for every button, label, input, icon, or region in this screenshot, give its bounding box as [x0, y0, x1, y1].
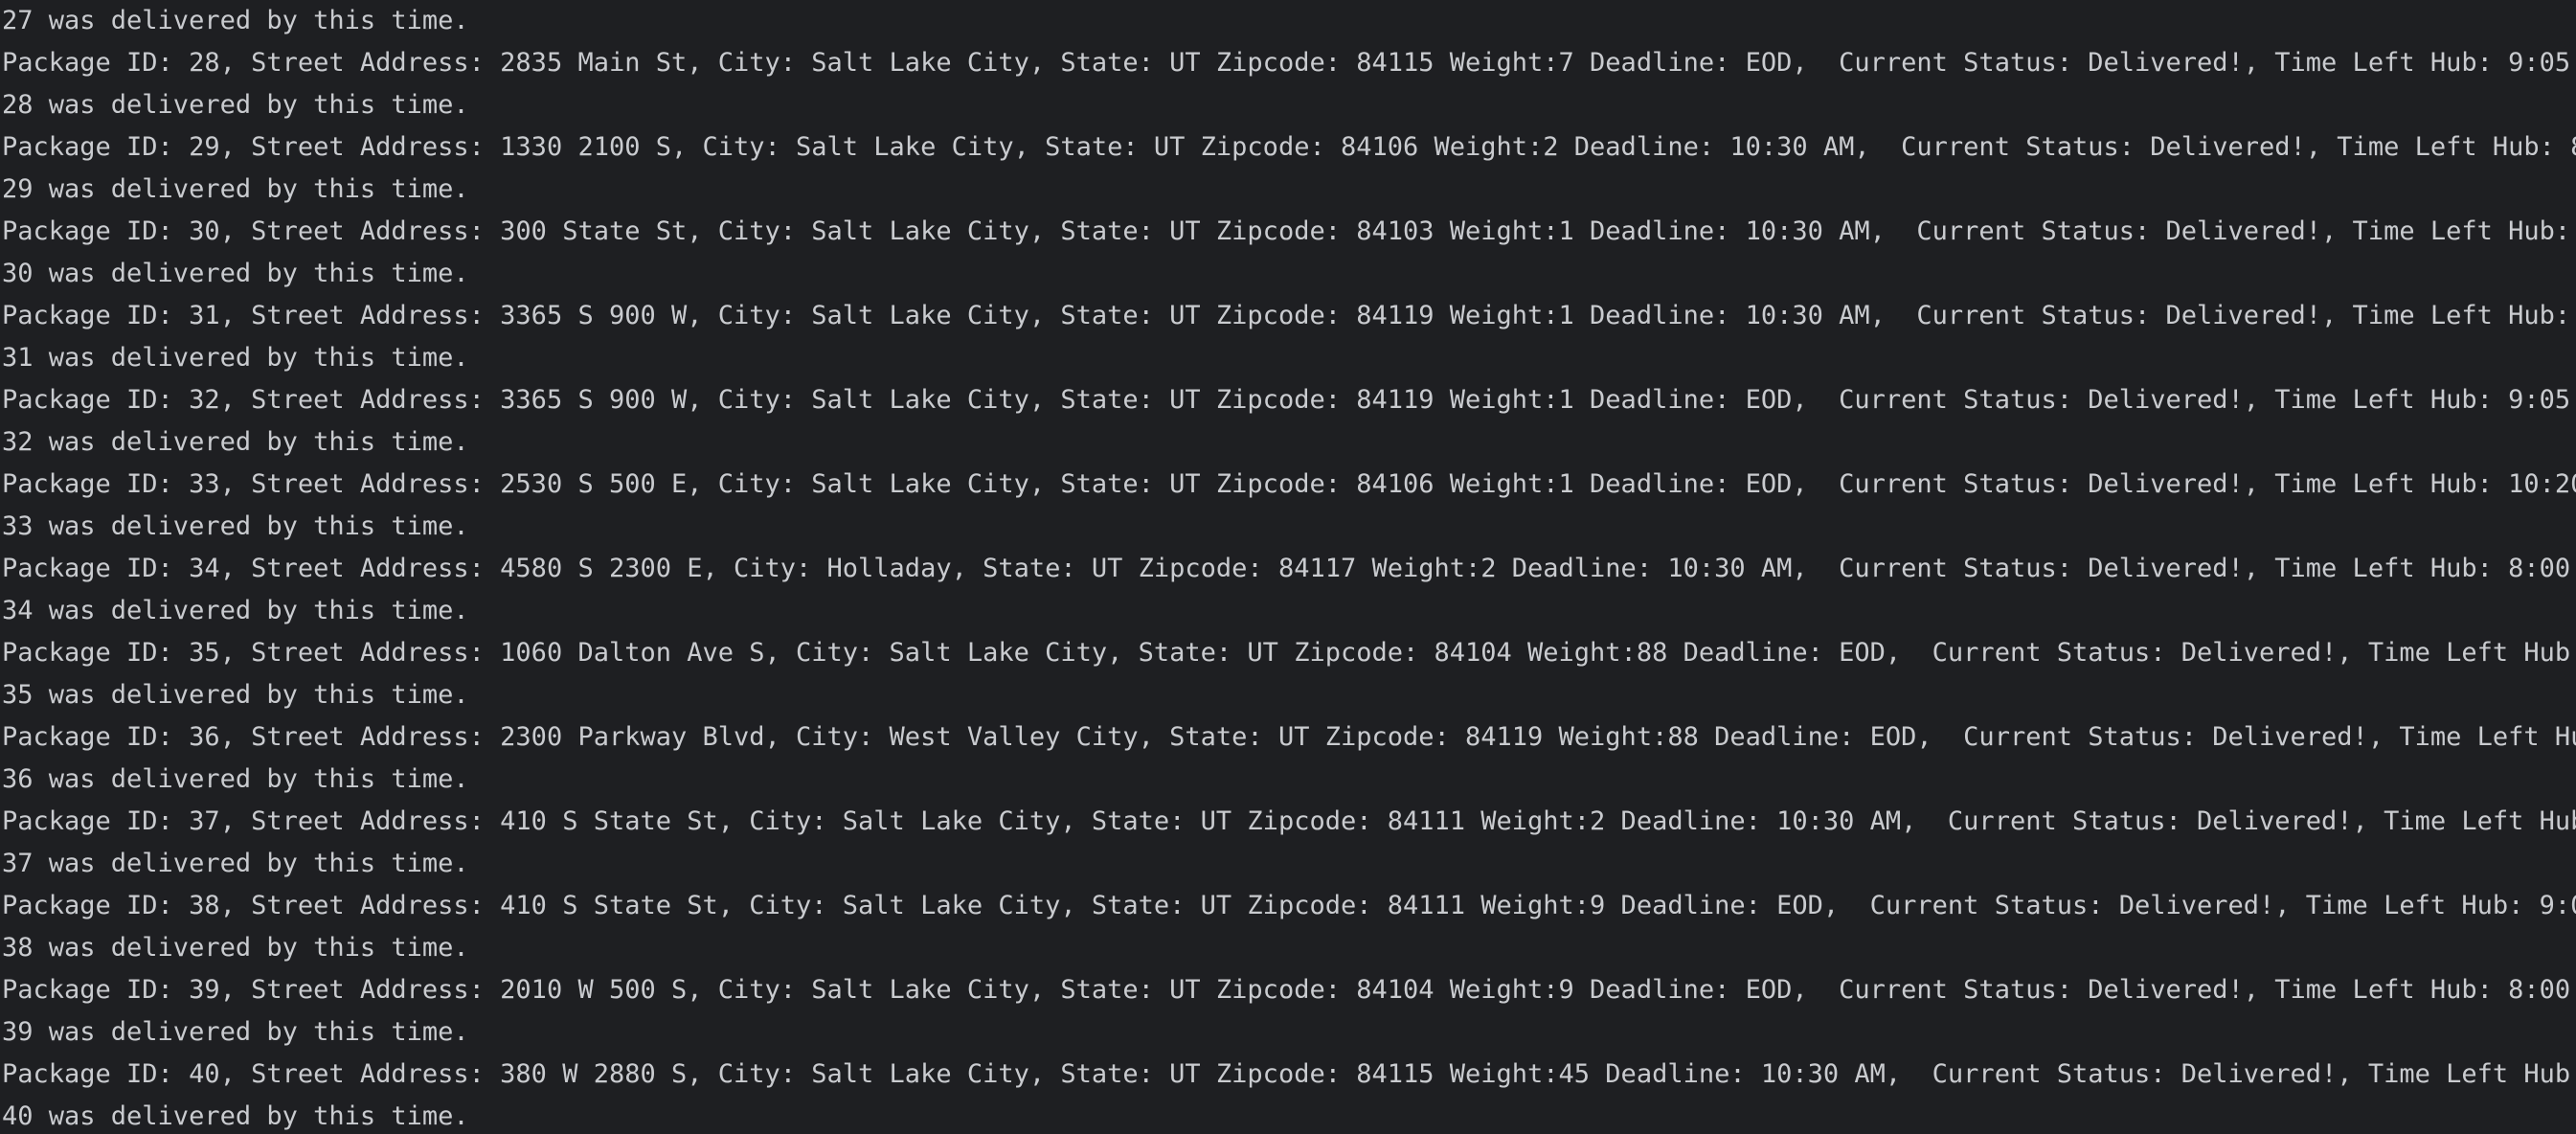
console-line: Package ID: 39, Street Address: 2010 W 5… [2, 975, 2576, 1005]
console-line: 34 was delivered by this time. [2, 596, 469, 625]
console-output[interactable]: 27 was delivered by this time. Package I… [2, 0, 2576, 1134]
console-line: Package ID: 38, Street Address: 410 S St… [2, 891, 2576, 920]
console-line: 36 was delivered by this time. [2, 764, 469, 794]
console-line: 29 was delivered by this time. [2, 174, 469, 204]
console-line: Package ID: 40, Street Address: 380 W 28… [2, 1059, 2576, 1089]
console-line: 32 was delivered by this time. [2, 427, 469, 457]
console-line: Package ID: 32, Street Address: 3365 S 9… [2, 385, 2576, 415]
console-line: 37 was delivered by this time. [2, 849, 469, 878]
console-line: 30 was delivered by this time. [2, 259, 469, 288]
console-line: 28 was delivered by this time. [2, 90, 469, 120]
console-line: 33 was delivered by this time. [2, 511, 469, 541]
console-line: 38 was delivered by this time. [2, 933, 469, 963]
console-line: 39 was delivered by this time. [2, 1017, 469, 1047]
console-line: Package ID: 29, Street Address: 1330 210… [2, 132, 2576, 162]
console-line: 35 was delivered by this time. [2, 680, 469, 710]
console-line: Package ID: 28, Street Address: 2835 Mai… [2, 48, 2576, 78]
console-line: 31 was delivered by this time. [2, 343, 469, 373]
console-line: Package ID: 35, Street Address: 1060 Dal… [2, 638, 2576, 668]
console-line: 40 was delivered by this time. [2, 1101, 469, 1131]
console-line: Package ID: 37, Street Address: 410 S St… [2, 806, 2576, 836]
console-line: Package ID: 36, Street Address: 2300 Par… [2, 722, 2576, 752]
console-line: Package ID: 33, Street Address: 2530 S 5… [2, 469, 2576, 499]
console-line: Package ID: 31, Street Address: 3365 S 9… [2, 301, 2576, 330]
console-panel: 27 was delivered by this time. Package I… [0, 0, 2576, 1134]
console-line: Package ID: 30, Street Address: 300 Stat… [2, 216, 2576, 246]
console-line: Package ID: 34, Street Address: 4580 S 2… [2, 554, 2576, 583]
console-line: 27 was delivered by this time. [2, 6, 469, 35]
